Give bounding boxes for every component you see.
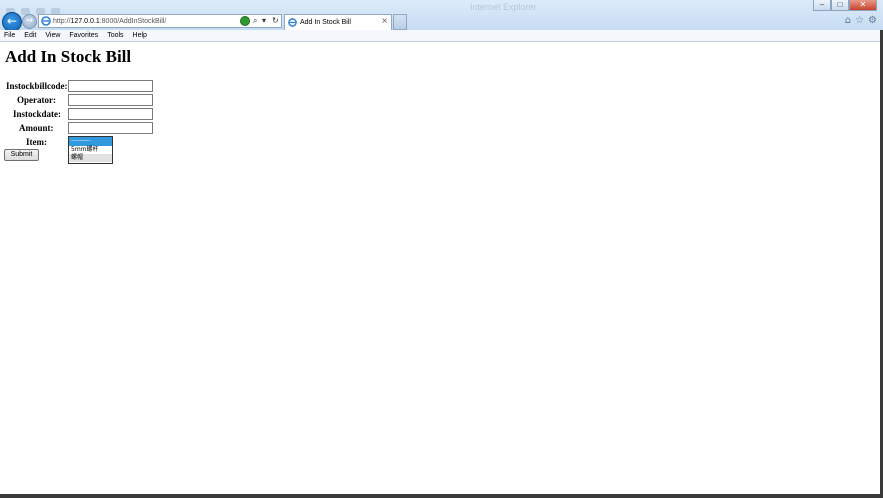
- minimize-icon[interactable]: –: [813, 0, 831, 11]
- label-instockbillcode: Instockbillcode:: [6, 81, 68, 91]
- window-controls: – □ ✕: [813, 0, 877, 11]
- menu-file[interactable]: File: [4, 31, 15, 41]
- browser-chrome: Internet Explorer – □ ✕ ← → http://127.0…: [0, 0, 883, 32]
- close-window-icon[interactable]: ✕: [849, 0, 877, 11]
- forward-arrow-icon[interactable]: →: [22, 14, 37, 29]
- item-option-5mm-screw[interactable]: 5mm螺杆: [69, 146, 112, 154]
- label-item: Item:: [26, 137, 47, 147]
- compatibility-view-icon[interactable]: [240, 16, 250, 26]
- ie-page-icon: [41, 16, 51, 26]
- amount-input[interactable]: [68, 122, 153, 134]
- menu-edit[interactable]: Edit: [24, 31, 36, 41]
- label-amount: Amount:: [19, 123, 54, 133]
- page-title: Add In Stock Bill: [5, 47, 132, 66]
- browser-tools: ⌂ ☆ ⚙: [845, 15, 877, 27]
- menu-tools[interactable]: Tools: [107, 31, 123, 41]
- operator-input[interactable]: [68, 94, 153, 106]
- favorites-star-icon[interactable]: ☆: [855, 15, 864, 27]
- window-title: Internet Explorer: [470, 2, 537, 12]
- item-option-nut[interactable]: 螺帽: [69, 154, 112, 162]
- menu-favorites[interactable]: Favorites: [69, 31, 98, 41]
- menu-view[interactable]: View: [45, 31, 60, 41]
- item-option-empty[interactable]: ---------: [69, 137, 112, 146]
- label-instockdate: Instockdate:: [13, 109, 62, 119]
- instockdate-input[interactable]: [68, 108, 153, 120]
- new-tab-button[interactable]: [393, 14, 407, 30]
- dropdown-arrow-icon[interactable]: ▾: [262, 15, 266, 27]
- tab-add-in-stock-bill[interactable]: Add In Stock Bill ×: [284, 14, 392, 30]
- submit-button[interactable]: Submit: [4, 149, 39, 161]
- instockbillcode-input[interactable]: [68, 80, 153, 92]
- ie-tab-icon: [288, 18, 297, 27]
- back-arrow-icon[interactable]: ←: [2, 12, 22, 32]
- close-tab-icon[interactable]: ×: [381, 16, 388, 25]
- search-icon[interactable]: ⌕: [253, 15, 257, 27]
- address-bar[interactable]: http://127.0.0.1:8000/AddInStockBill/ ⌕ …: [38, 14, 282, 28]
- address-url[interactable]: http://127.0.0.1:8000/AddInStockBill/: [53, 16, 166, 27]
- menu-help[interactable]: Help: [133, 31, 147, 41]
- quick-access-toolbar: [6, 2, 76, 15]
- window-frame-bottom: [0, 494, 883, 498]
- maximize-icon[interactable]: □: [831, 0, 849, 11]
- menu-bar: File Edit View Favorites Tools Help: [0, 30, 883, 42]
- label-operator: Operator:: [17, 95, 56, 105]
- tab-title: Add In Stock Bill: [300, 19, 351, 26]
- refresh-icon[interactable]: ↻: [272, 15, 279, 27]
- home-icon[interactable]: ⌂: [845, 15, 851, 27]
- settings-gear-icon[interactable]: ⚙: [868, 15, 877, 27]
- item-listbox[interactable]: --------- 5mm螺杆 螺帽: [68, 136, 113, 164]
